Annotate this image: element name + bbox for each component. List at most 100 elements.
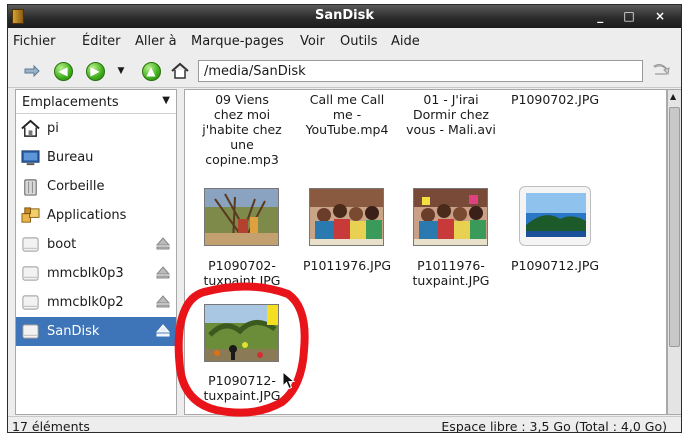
file-name-line: P1011976.JPG (302, 258, 392, 273)
file-name-line: YouTube.mp4 (305, 122, 389, 137)
applications-icon (21, 207, 40, 223)
photo-image (310, 189, 383, 245)
eject-icon[interactable] (156, 295, 170, 308)
eject-icon[interactable] (156, 324, 170, 337)
home-button[interactable] (170, 61, 190, 81)
file-item-p1011976[interactable]: P1011976.JPG (291, 258, 403, 273)
sidebar-item-label: pi (47, 121, 59, 136)
new-tab-icon (24, 64, 40, 78)
sidebar-item-label: Bureau (47, 150, 94, 165)
sidebar-item-mmcblk0p2[interactable]: mmcblk0p2 (16, 288, 176, 317)
file-name-line: copine.mp3 (205, 152, 279, 167)
file-item-call-me-mp4[interactable]: Call me Call me - YouTube.mp4 (291, 92, 403, 137)
thumbnail-p1090712[interactable] (519, 186, 591, 246)
free-space: Espace libre : 3,5 Go (Total : 4,0 Go) (441, 419, 667, 433)
menu-outils[interactable]: Outils (340, 34, 378, 49)
up-button[interactable]: ▲ (141, 61, 161, 81)
history-dropdown[interactable]: ▼ (111, 61, 131, 81)
file-item-p1090702-tuxpaint[interactable]: P1090702- tuxpaint.JPG (186, 258, 298, 288)
sidebar-item-label: SanDisk (47, 324, 100, 339)
file-name-line: chez moi (213, 107, 271, 122)
file-name-line: me - (332, 107, 362, 122)
vertical-scrollbar[interactable]: ▲ (667, 89, 681, 415)
scrollbar-thumb[interactable] (669, 107, 680, 347)
sidebar-item-label: mmcblk0p2 (47, 295, 124, 310)
file-manager-window: SanDisk _ □ × Fichier Éditer Aller à Mar… (7, 4, 682, 433)
file-name-line: P1011976- (417, 258, 485, 273)
forward-button[interactable]: ▶ (85, 61, 105, 81)
location-path-input[interactable]: /media/SanDisk (198, 60, 643, 82)
places-sidebar: Emplacements ▼ pi Bureau Corbeille Appli… (15, 89, 177, 415)
file-item-jirai-dormir-avi[interactable]: 01 - J'irai Dormir chez vous - Mali.avi (395, 92, 507, 137)
status-bar: 17 éléments Espace libre : 3,5 Go (Total… (8, 416, 681, 433)
file-view: 09 Viens chez moi j'habite chez une copi… (184, 89, 667, 415)
file-name-line: tuxpaint.JPG (412, 273, 490, 288)
sidebar-header-label: Emplacements (22, 95, 119, 110)
menu-marque-pages[interactable]: Marque-pages (191, 34, 284, 49)
sidebar-item-label: Applications (47, 208, 127, 223)
menu-bar: Fichier Éditer Aller à Marque-pages Voir… (8, 28, 681, 54)
home-icon (21, 119, 40, 137)
file-name-line: tuxpaint.JPG (203, 273, 281, 288)
home-icon (171, 62, 189, 79)
drive-icon (22, 237, 39, 252)
trash-icon (24, 179, 37, 196)
file-name-line: vous - Mali.avi (406, 122, 496, 137)
toolbar: ◀ ▶ ▼ ▲ /media/SanDisk (8, 54, 681, 88)
file-name-line: P1090712.JPG (510, 258, 600, 273)
thumbnail-p1011976-tuxpaint[interactable] (413, 188, 488, 246)
sidebar-item-pi[interactable]: pi (16, 114, 176, 143)
window-title: SanDisk (314, 8, 375, 23)
thumbnail-p1011976[interactable] (309, 188, 384, 246)
go-button[interactable] (651, 61, 671, 81)
desktop-icon (21, 150, 40, 166)
image-file-icon (526, 193, 586, 237)
file-name-line: 01 - J'irai (423, 92, 479, 107)
go-icon (653, 64, 670, 76)
file-name-line: 09 Viens (215, 92, 269, 107)
menu-voir[interactable]: Voir (300, 34, 325, 49)
sidebar-item-bureau[interactable]: Bureau (16, 143, 176, 172)
new-tab-button[interactable] (22, 61, 42, 81)
up-arrow-icon: ▲ (141, 61, 161, 81)
file-item-09-viens-mp3[interactable]: 09 Viens chez moi j'habite chez une copi… (186, 92, 298, 167)
file-name-line: Call me Call (309, 92, 385, 107)
file-item-p1011976-tuxpaint[interactable]: P1011976- tuxpaint.JPG (395, 258, 507, 288)
sidebar-item-mmcblk0p3[interactable]: mmcblk0p3 (16, 259, 176, 288)
title-bar[interactable]: SanDisk _ □ × (8, 5, 681, 28)
sidebar-header[interactable]: Emplacements ▼ (16, 90, 176, 114)
eject-icon[interactable] (156, 266, 170, 279)
thumbnail-p1090712-tuxpaint[interactable] (204, 304, 279, 362)
window-controls[interactable]: _ □ × (597, 9, 673, 23)
chevron-down-icon: ▼ (162, 95, 170, 106)
back-arrow-icon: ◀ (53, 61, 73, 81)
drive-icon (22, 266, 39, 281)
photo-image (205, 189, 278, 245)
file-item-p1090712[interactable]: P1090712.JPG (499, 258, 611, 273)
eject-icon[interactable] (156, 237, 170, 250)
sidebar-item-sandisk[interactable]: SanDisk (16, 317, 176, 346)
photo-image (414, 189, 487, 245)
forward-arrow-icon: ▶ (85, 61, 105, 81)
sidebar-item-applications[interactable]: Applications (16, 201, 176, 230)
item-count: 17 éléments (12, 419, 90, 433)
file-item-p1090702-jpg[interactable]: P1090702.JPG (499, 92, 611, 107)
menu-fichier[interactable]: Fichier (13, 34, 56, 49)
file-name-line: P1090702- (208, 258, 276, 273)
mouse-cursor-icon (282, 371, 296, 390)
sidebar-item-boot[interactable]: boot (16, 230, 176, 259)
menu-aide[interactable]: Aide (391, 34, 420, 49)
chevron-down-icon: ▼ (117, 66, 125, 76)
scroll-up-arrow-icon[interactable]: ▲ (670, 92, 676, 101)
file-name-line: une (230, 137, 254, 152)
drive-icon (22, 324, 39, 339)
thumbnail-p1090702-tuxpaint[interactable] (204, 188, 279, 246)
back-button[interactable]: ◀ (53, 61, 73, 81)
menu-editer[interactable]: Éditer (82, 34, 121, 49)
sidebar-item-corbeille[interactable]: Corbeille (16, 172, 176, 201)
menu-aller-a[interactable]: Aller à (135, 34, 177, 49)
drive-icon (22, 295, 39, 310)
sidebar-item-label: mmcblk0p3 (47, 266, 124, 281)
sidebar-item-label: Corbeille (47, 179, 105, 194)
photo-image (205, 305, 278, 361)
